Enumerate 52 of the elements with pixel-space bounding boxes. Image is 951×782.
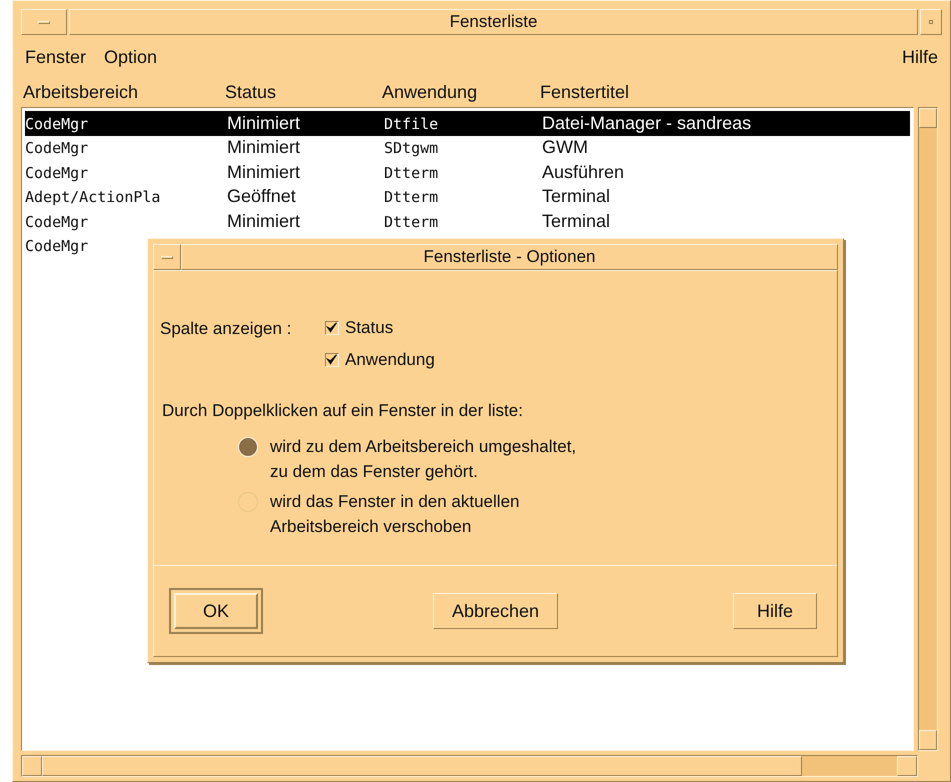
table-cell: Adept/ActionPla <box>25 188 160 206</box>
menu-item[interactable]: Hilfe <box>902 44 938 70</box>
table-cell: Terminal <box>542 186 610 206</box>
table-cell: Dtterm <box>384 188 438 206</box>
table-cell: CodeMgr <box>25 139 88 158</box>
column-header: Anwendung <box>382 82 478 102</box>
window-title: Fensterliste <box>69 9 918 35</box>
dialog-title: Fensterliste - Optionen <box>181 244 838 270</box>
table-cell: GWM <box>542 137 588 158</box>
minimize-button[interactable] <box>920 9 942 35</box>
column-header: Arbeitsbereich <box>23 82 138 102</box>
double-click-label: Durch Doppelklicken auf ein Fenster in der liste: <box>162 400 524 422</box>
checkbox-label: Status <box>345 317 394 340</box>
table-cell: Minimiert <box>227 162 300 182</box>
table-cell: Ausführen <box>542 162 624 182</box>
column-header: Status <box>225 82 276 102</box>
table-cell: Dtterm <box>384 164 438 182</box>
table-cell: Minimiert <box>227 112 300 133</box>
check-icon <box>326 354 338 366</box>
check-icon <box>326 322 338 334</box>
menu-item[interactable]: Fenster <box>25 44 86 70</box>
radio-label: wird zu dem Arbeitsbereich umgeshaltet, zu dem das Fenster gehört. <box>270 436 576 482</box>
dash-icon <box>38 20 50 24</box>
vertical-scrollbar[interactable] <box>918 107 938 751</box>
menu-item[interactable]: Option <box>104 44 158 70</box>
radio-label: wird das Fenster in den aktuellen Arbeitsbereich verschoben <box>270 490 520 538</box>
column-header: Fenstertitel <box>540 82 630 102</box>
minimize-icon <box>929 20 933 24</box>
window-menu-button[interactable] <box>153 244 181 270</box>
horizontal-scrollbar[interactable] <box>21 755 918 777</box>
table-cell: Geöffnet <box>227 186 296 206</box>
table-cell: CodeMgr <box>25 237 88 256</box>
table-cell: SDtgwm <box>384 139 438 158</box>
dialog-button[interactable]: Abbrechen <box>432 593 558 629</box>
table-cell: CodeMgr <box>25 212 88 231</box>
table-cell: CodeMgr <box>25 164 88 182</box>
columns-label: Spalte anzeigen : <box>160 318 292 340</box>
table-cell: Terminal <box>542 210 610 231</box>
table-cell: CodeMgr <box>25 114 88 133</box>
table-cell: Dtterm <box>384 212 438 231</box>
dash-icon <box>161 256 173 258</box>
table-cell: Datei-Manager - sandreas <box>542 112 752 133</box>
checkbox-label: Anwendung <box>345 349 435 372</box>
table-cell: Dtfile <box>384 114 438 133</box>
dialog-button[interactable]: Hilfe <box>732 593 817 629</box>
scrollbar-thumb[interactable] <box>42 756 802 776</box>
table-cell: Minimiert <box>227 210 300 231</box>
table-cell: Minimiert <box>227 137 300 158</box>
window-menu-button[interactable] <box>21 9 67 35</box>
checkbox[interactable] <box>325 321 339 335</box>
checkbox[interactable] <box>325 353 339 367</box>
list-row[interactable]: CodeMgr Minimiert Dtfile Datei-Manager - sandreas <box>25 111 910 136</box>
